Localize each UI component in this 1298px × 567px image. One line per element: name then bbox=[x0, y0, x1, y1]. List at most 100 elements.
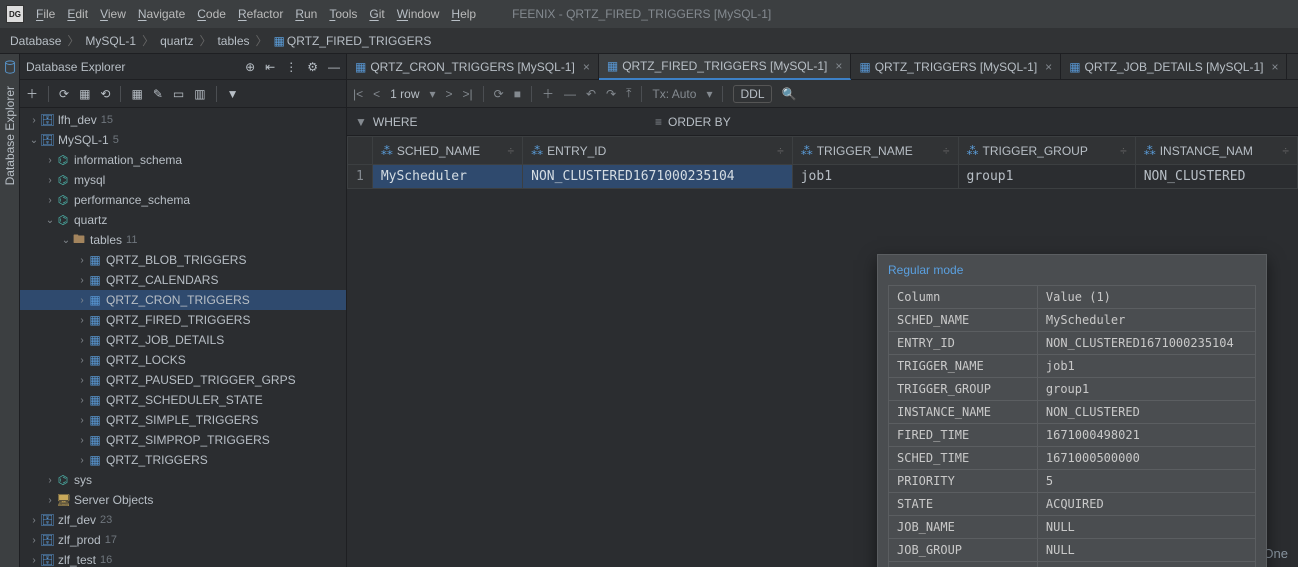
grid-toolbar: |< < 1 row ▾ > >| ⟳ ■ ＋ — ↶ ↷ ⤒ Tx: Auto… bbox=[347, 80, 1298, 108]
tree-qrtz-simple-triggers[interactable]: ›▦QRTZ_SIMPLE_TRIGGERS bbox=[20, 410, 346, 430]
database-tree[interactable]: ›🗄lfh_dev15⌄🗄MySQL-15›⌬information_schem… bbox=[20, 108, 346, 567]
reload-icon[interactable]: ⟳ bbox=[494, 87, 504, 101]
tree-sys[interactable]: ›⌬sys bbox=[20, 470, 346, 490]
target-icon[interactable]: ⊕ bbox=[245, 60, 255, 74]
col-entry_id[interactable]: ⁂ENTRY_ID÷ bbox=[523, 137, 793, 165]
close-icon[interactable]: × bbox=[1045, 60, 1052, 74]
database-explorer-panel: Database Explorer ⊕ ⇤ ⋮ ⚙ — ＋ ⟳ ▦ ⟲ ▦ ✎ … bbox=[20, 54, 347, 567]
crumb-3[interactable]: tables bbox=[217, 34, 249, 48]
orderby-label: ORDER BY bbox=[668, 115, 731, 129]
remove-row-icon[interactable]: — bbox=[564, 87, 576, 101]
gear-icon[interactable]: ⚙ bbox=[307, 60, 318, 74]
table-icon[interactable]: ▦ bbox=[131, 87, 142, 101]
chevron-down-icon[interactable]: ▾ bbox=[706, 87, 712, 101]
commit-icon[interactable]: ⤒ bbox=[626, 86, 631, 101]
menu-refactor[interactable]: Refactor bbox=[238, 7, 283, 21]
menu-code[interactable]: Code bbox=[197, 7, 226, 21]
col-instance_nam[interactable]: ⁂INSTANCE_NAM÷ bbox=[1135, 137, 1297, 165]
tree-qrtz-paused-trigger-grps[interactable]: ›▦QRTZ_PAUSED_TRIGGER_GRPS bbox=[20, 370, 346, 390]
stop-icon[interactable]: ■ bbox=[514, 87, 521, 101]
crumb-2[interactable]: quartz bbox=[160, 34, 193, 48]
redo-icon[interactable]: ↷ bbox=[606, 87, 616, 101]
menu-git[interactable]: Git bbox=[369, 7, 384, 21]
tree-mysql-1[interactable]: ⌄🗄MySQL-15 bbox=[20, 130, 346, 150]
crumb-4[interactable]: ▦QRTZ_FIRED_TRIGGERS bbox=[274, 34, 432, 48]
orderby-filter[interactable]: ≡ ORDER BY bbox=[647, 108, 1298, 135]
next-page-icon[interactable]: > bbox=[446, 87, 453, 101]
tree-qrtz-scheduler-state[interactable]: ›▦QRTZ_SCHEDULER_STATE bbox=[20, 390, 346, 410]
main-menubar: DG FileEditViewNavigateCodeRefactorRunTo… bbox=[0, 0, 1298, 28]
breadcrumbs: Database〉MySQL-1〉quartz〉tables〉▦QRTZ_FIR… bbox=[0, 28, 1298, 54]
undo-icon[interactable]: ↶ bbox=[586, 87, 596, 101]
table-row[interactable]: 1MySchedulerNON_CLUSTERED1671000235104jo… bbox=[348, 165, 1298, 189]
tree-server-objects[interactable]: ›🖥Server Objects bbox=[20, 490, 346, 510]
tree-qrtz-cron-triggers[interactable]: ›▦QRTZ_CRON_TRIGGERS bbox=[20, 290, 346, 310]
sidebar-toolbar: ＋ ⟳ ▦ ⟲ ▦ ✎ ▭ ▥ ▼ bbox=[20, 80, 346, 108]
quick-view-popup: Regular mode ColumnValue (1)SCHED_NAMEMy… bbox=[877, 254, 1267, 567]
where-filter[interactable]: ▼ WHERE bbox=[347, 108, 647, 135]
last-page-icon[interactable]: >| bbox=[463, 87, 473, 101]
tree-tables[interactable]: ⌄🖿tables11 bbox=[20, 230, 346, 250]
tree-zlf-prod[interactable]: ›🗄zlf_prod17 bbox=[20, 530, 346, 550]
close-icon[interactable]: × bbox=[1271, 60, 1278, 74]
crumb-1[interactable]: MySQL-1 bbox=[85, 34, 136, 48]
menu-file[interactable]: File bbox=[36, 7, 55, 21]
menu-run[interactable]: Run bbox=[295, 7, 317, 21]
tree-qrtz-simprop-triggers[interactable]: ›▦QRTZ_SIMPROP_TRIGGERS bbox=[20, 430, 346, 450]
gutter-db-explorer[interactable]: Database Explorer bbox=[1, 82, 19, 189]
add-row-icon[interactable]: ＋ bbox=[542, 85, 554, 102]
more-icon[interactable]: ⋮ bbox=[285, 60, 297, 74]
popup-row: SCHED_NAMEMyScheduler bbox=[889, 309, 1256, 332]
tree-qrtz-fired-triggers[interactable]: ›▦QRTZ_FIRED_TRIGGERS bbox=[20, 310, 346, 330]
tab-qrtz_triggers[interactable]: ▦QRTZ_TRIGGERS [MySQL-1]× bbox=[851, 54, 1061, 79]
menu-edit[interactable]: Edit bbox=[67, 7, 88, 21]
close-icon[interactable]: × bbox=[835, 59, 842, 73]
tree-quartz[interactable]: ⌄⌬quartz bbox=[20, 210, 346, 230]
col-trigger_name[interactable]: ⁂TRIGGER_NAME÷ bbox=[792, 137, 958, 165]
console-icon[interactable]: ▭ bbox=[173, 87, 184, 101]
tree-qrtz-calendars[interactable]: ›▦QRTZ_CALENDARS bbox=[20, 270, 346, 290]
first-page-icon[interactable]: |< bbox=[353, 87, 363, 101]
popup-row: STATEACQUIRED bbox=[889, 493, 1256, 516]
menu-view[interactable]: View bbox=[100, 7, 126, 21]
menu-navigate[interactable]: Navigate bbox=[138, 7, 185, 21]
close-icon[interactable]: × bbox=[583, 60, 590, 74]
tab-qrtz_job_details[interactable]: ▦QRTZ_JOB_DETAILS [MySQL-1]× bbox=[1061, 54, 1287, 79]
tree-qrtz-blob-triggers[interactable]: ›▦QRTZ_BLOB_TRIGGERS bbox=[20, 250, 346, 270]
crumb-0[interactable]: Database bbox=[10, 34, 61, 48]
add-icon[interactable]: ＋ bbox=[26, 85, 38, 102]
tab-qrtz_cron_triggers[interactable]: ▦QRTZ_CRON_TRIGGERS [MySQL-1]× bbox=[347, 54, 599, 79]
popup-row: ENTRY_IDNON_CLUSTERED1671000235104 bbox=[889, 332, 1256, 355]
tree-mysql[interactable]: ›⌬mysql bbox=[20, 170, 346, 190]
popup-title: Regular mode bbox=[878, 255, 1266, 285]
tree-qrtz-locks[interactable]: ›▦QRTZ_LOCKS bbox=[20, 350, 346, 370]
tree-zlf-test[interactable]: ›🗄zlf_test16 bbox=[20, 550, 346, 567]
sync-icon[interactable]: ⟲ bbox=[100, 87, 110, 101]
ddl-button[interactable]: DDL bbox=[733, 85, 771, 103]
tx-mode[interactable]: Tx: Auto bbox=[652, 87, 696, 101]
refresh-icon[interactable]: ⟳ bbox=[59, 87, 69, 101]
edit-icon[interactable]: ✎ bbox=[153, 87, 163, 101]
window-title: FEENIX - QRTZ_FIRED_TRIGGERS [MySQL-1] bbox=[512, 7, 771, 21]
menu-tools[interactable]: Tools bbox=[329, 7, 357, 21]
menu-help[interactable]: Help bbox=[451, 7, 476, 21]
tab-qrtz_fired_triggers[interactable]: ▦QRTZ_FIRED_TRIGGERS [MySQL-1]× bbox=[599, 54, 852, 80]
sidebar-title: Database Explorer bbox=[26, 60, 125, 74]
diagram-icon[interactable]: ▥ bbox=[194, 87, 205, 101]
tree-zlf-dev[interactable]: ›🗄zlf_dev23 bbox=[20, 510, 346, 530]
col-trigger_group[interactable]: ⁂TRIGGER_GROUP÷ bbox=[958, 137, 1135, 165]
search-icon[interactable]: 🔍 bbox=[782, 87, 797, 101]
tree-qrtz-job-details[interactable]: ›▦QRTZ_JOB_DETAILS bbox=[20, 330, 346, 350]
hide-icon[interactable]: — bbox=[328, 60, 340, 74]
col-sched_name[interactable]: ⁂SCHED_NAME÷ bbox=[372, 137, 522, 165]
prev-page-icon[interactable]: < bbox=[373, 87, 380, 101]
stop-icon[interactable]: ▦ bbox=[79, 87, 90, 101]
tree-lfh-dev[interactable]: ›🗄lfh_dev15 bbox=[20, 110, 346, 130]
chevron-down-icon[interactable]: ▾ bbox=[429, 87, 435, 101]
collapse-icon[interactable]: ⇤ bbox=[265, 60, 275, 74]
menu-window[interactable]: Window bbox=[397, 7, 440, 21]
filter-icon[interactable]: ▼ bbox=[227, 87, 239, 101]
tree-information-schema[interactable]: ›⌬information_schema bbox=[20, 150, 346, 170]
tree-qrtz-triggers[interactable]: ›▦QRTZ_TRIGGERS bbox=[20, 450, 346, 470]
tree-performance-schema[interactable]: ›⌬performance_schema bbox=[20, 190, 346, 210]
